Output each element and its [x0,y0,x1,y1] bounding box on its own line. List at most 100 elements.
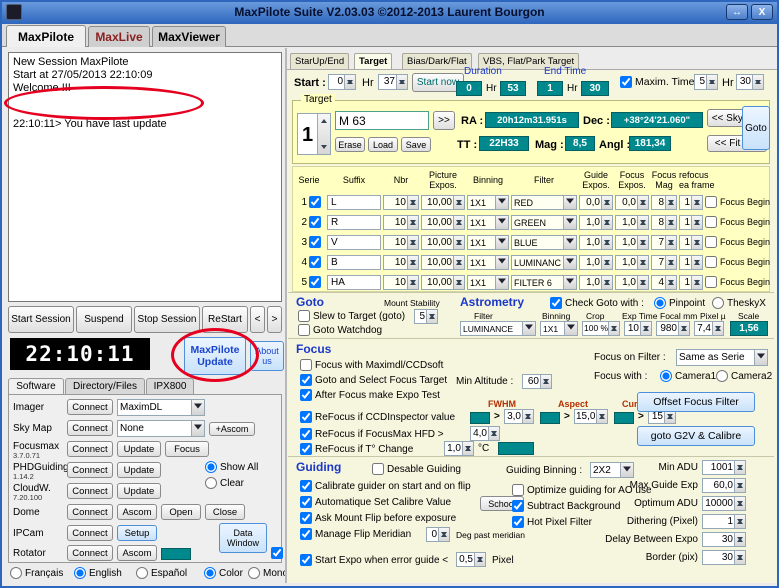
binning-select[interactable]: 1X1 [467,214,509,230]
filter-select[interactable]: LUMINANC [511,254,577,270]
spinner-arrows-icon[interactable] [691,275,702,289]
spinner-arrows-icon[interactable] [665,195,676,209]
focusmax-connect-button[interactable]: Connect [67,441,113,457]
spinner-arrows-icon[interactable] [608,322,619,335]
focus-mag-spinner[interactable]: 4 [651,274,677,290]
focusmax-update-button[interactable]: Update [117,441,161,457]
imager-connect-button[interactable]: Connect [67,399,113,415]
spinner-arrows-icon[interactable] [601,215,612,229]
spinner-arrows-icon[interactable] [344,75,355,89]
spinner-arrows-icon[interactable] [637,255,648,269]
tab-maxviewer[interactable]: MaxViewer [152,26,226,47]
lang-francais-radio[interactable] [10,567,22,579]
spinner-arrows-icon[interactable] [453,235,464,249]
spinner-arrows-icon[interactable] [407,255,418,269]
focus-maximdl-checkbox[interactable] [300,359,312,371]
tab-ipx800[interactable]: IPX800 [146,378,194,394]
data-window-button[interactable]: Data Window [219,523,267,553]
spinner-arrows-icon[interactable] [453,255,464,269]
guide-exposure-spinner[interactable]: 1,0 [579,214,613,230]
dome-open-button[interactable]: Open [161,504,201,520]
resize-window-button[interactable]: ↔ [726,4,748,20]
focus-mag-spinner[interactable]: 7 [651,234,677,250]
filter-select[interactable]: BLUE [511,234,577,250]
spinner-arrows-icon[interactable] [426,310,437,323]
dropdown-arrow-icon[interactable] [563,255,576,269]
focus-exposure-spinner[interactable]: 1,0 [615,274,649,290]
goto-g2v-calibre-button[interactable]: goto G2V & Calibre [637,426,755,446]
spinner-arrows-icon[interactable] [488,427,499,440]
cloudwatcher-update-button[interactable]: Update [117,483,161,499]
spinner-arrows-icon[interactable] [601,275,612,289]
close-window-button[interactable]: X [751,4,773,20]
check-goto-checkbox[interactable] [550,297,562,309]
guide-exposure-spinner[interactable]: 1,0 [579,274,613,290]
guide-exposure-spinner[interactable]: 1,0 [579,254,613,270]
focus-mag-spinner[interactable]: 7 [651,254,677,270]
focus-begin-checkbox[interactable] [705,216,717,228]
show-all-radio[interactable] [205,461,217,473]
nbr-spinner[interactable]: 10 [383,254,419,270]
next-arrow-button[interactable]: > [267,306,282,333]
start-hr-spinner[interactable]: 0 [328,74,356,90]
goto-watchdog-checkbox[interactable] [298,324,310,336]
dome-close-button[interactable]: Close [205,504,245,520]
refocus-spinner[interactable]: 1 [679,254,703,270]
optimum-adu-spinner[interactable]: 10000 [702,496,746,511]
phdguiding-connect-button[interactable]: Connect [67,462,113,478]
start-expo-error-checkbox[interactable] [300,554,312,566]
suffix-field[interactable]: B [327,254,381,270]
focusmax-focus-button[interactable]: Focus [165,441,209,457]
spinner-arrows-icon[interactable] [734,461,745,474]
binning-select[interactable]: 1X1 [467,274,509,290]
astro-binning-select[interactable]: 1X1 [540,321,578,336]
focus-begin-checkbox[interactable] [705,276,717,288]
spinner-arrows-icon[interactable] [665,215,676,229]
binning-select[interactable]: 1X1 [467,194,509,210]
spinner-arrows-icon[interactable] [678,322,689,335]
refocus-focusmax-hfd-checkbox[interactable] [300,428,312,440]
start-session-button[interactable]: Start Session [8,306,74,333]
lang-espanol-radio[interactable] [136,567,148,579]
max-guide-exp-spinner[interactable]: 60,0 [702,478,746,493]
spinner-arrows-icon[interactable] [734,551,745,564]
dome-ascom-button[interactable]: Ascom [117,504,157,520]
spinner-arrows-icon[interactable] [637,235,648,249]
clear-radio[interactable] [205,477,217,489]
spinner-arrows-icon[interactable] [601,235,612,249]
serie-enabled-checkbox[interactable] [309,196,321,208]
spinner-arrows-icon[interactable] [691,235,702,249]
exposure-spinner[interactable]: 10,00 [421,214,465,230]
dropdown-arrow-icon[interactable] [563,235,576,249]
target-index-spinner[interactable]: 1 [297,113,331,155]
load-button[interactable]: Load [368,137,398,152]
dropdown-arrow-icon[interactable] [495,255,508,269]
focus-exposure-spinner[interactable]: 1,0 [615,214,649,230]
mount-stability-spinner[interactable]: 5 [414,309,438,324]
min-altitude-spinner[interactable]: 60 [522,374,552,389]
stop-session-button[interactable]: Stop Session [134,306,200,333]
dropdown-arrow-icon[interactable] [495,195,508,209]
dropdown-arrow-icon[interactable] [191,421,204,436]
guide-exposure-spinner[interactable]: 1,0 [579,234,613,250]
dropdown-arrow-icon[interactable] [754,350,767,365]
offset-focus-filter-button[interactable]: Offset Focus Filter [637,392,755,412]
serie-enabled-checkbox[interactable] [309,276,321,288]
spinner-arrows-icon[interactable] [407,235,418,249]
calibrate-guider-checkbox[interactable] [300,480,312,492]
spinner-arrows-icon[interactable] [734,497,745,510]
dropdown-arrow-icon[interactable] [563,215,576,229]
skymap-ascom-button[interactable]: +Ascom [209,422,255,436]
spinner-arrows-icon[interactable] [540,375,551,388]
goto-button[interactable]: Goto [742,106,770,150]
maxim-hr-spinner[interactable]: 5 [694,74,718,90]
cloudwatcher-connect-button[interactable]: Connect [67,483,113,499]
dropdown-arrow-icon[interactable] [495,275,508,289]
spinner-arrows-icon[interactable] [691,195,702,209]
nbr-spinner[interactable]: 10 [383,234,419,250]
spinner-arrows-icon[interactable] [453,275,464,289]
target-name-input[interactable] [335,111,429,130]
binning-select[interactable]: 1X1 [467,234,509,250]
spinner-arrows-icon[interactable] [691,215,702,229]
suffix-field[interactable]: L [327,194,381,210]
